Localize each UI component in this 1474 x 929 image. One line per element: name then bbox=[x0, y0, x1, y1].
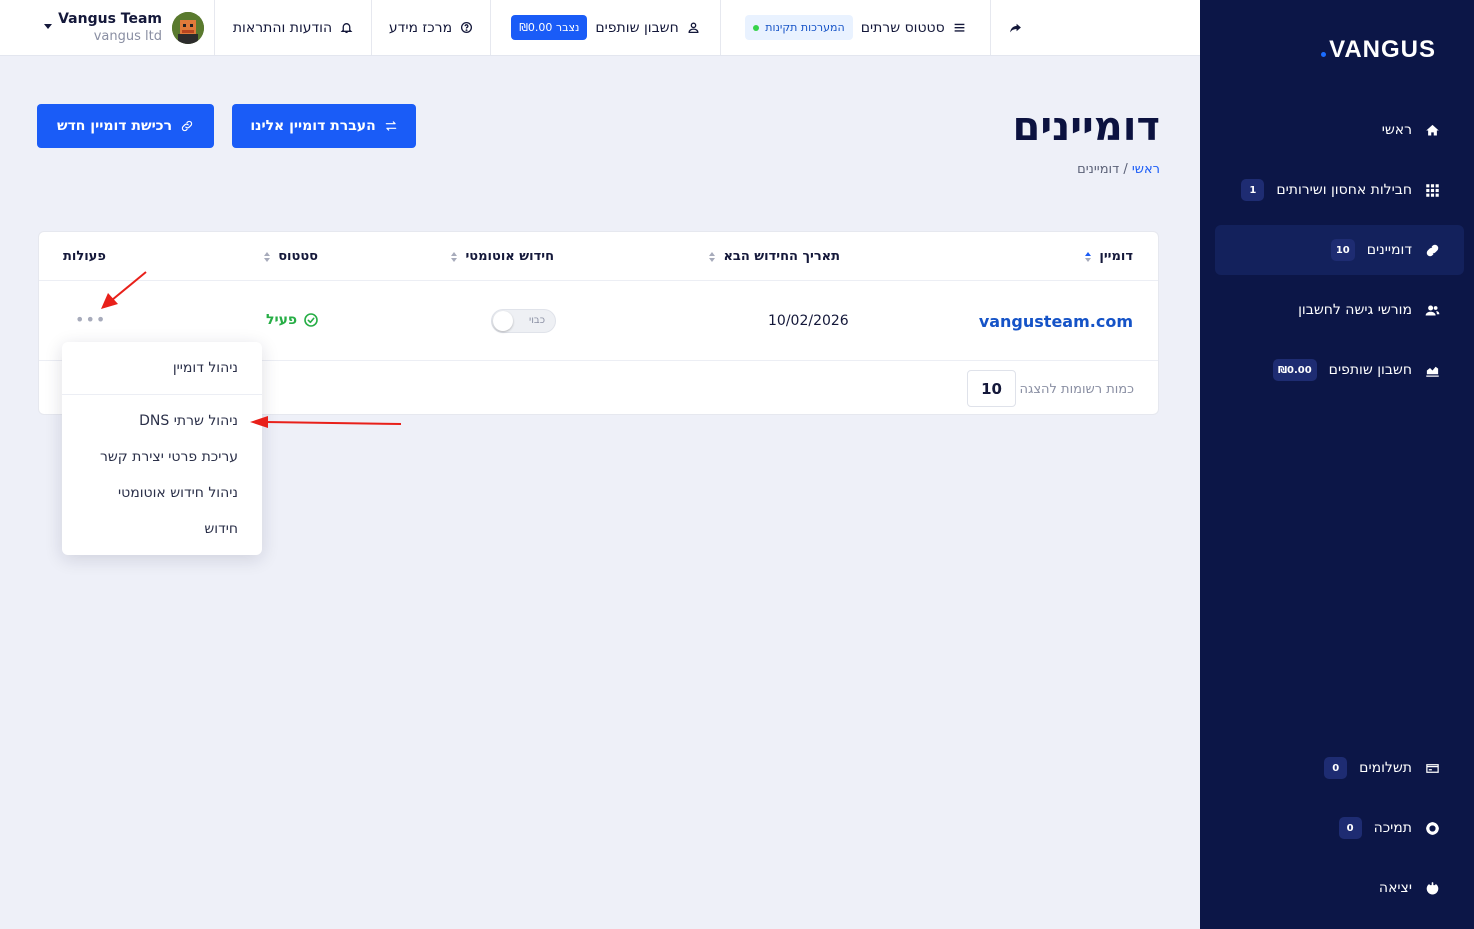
toggle-knob bbox=[493, 311, 513, 331]
count-badge: 0 bbox=[1324, 757, 1348, 779]
count-badge: 10 bbox=[1330, 239, 1355, 261]
notifications-segment[interactable]: הודעות והתראות bbox=[214, 0, 371, 55]
breadcrumb-current: דומיינים bbox=[1077, 162, 1120, 177]
sidebar-item-label: דומיינים bbox=[1366, 242, 1412, 258]
breadcrumb-separator: / bbox=[1123, 162, 1128, 177]
auto-renew-toggle[interactable]: כבוי bbox=[491, 309, 556, 333]
column-header-auto-renew[interactable]: חידוש אוטומטי bbox=[451, 249, 554, 264]
divider bbox=[62, 394, 262, 395]
user-name: Vangus Team bbox=[58, 11, 162, 27]
credit-card-icon bbox=[1424, 760, 1440, 776]
chevron-down-icon[interactable] bbox=[44, 24, 52, 29]
per-page-label: כמות רשומות להצגה bbox=[1019, 382, 1134, 397]
sidebar-item-account-users[interactable]: מורשי גישה לחשבון bbox=[1215, 285, 1464, 335]
link-icon bbox=[1424, 242, 1440, 258]
power-icon bbox=[1424, 880, 1440, 896]
share-arrow-icon bbox=[1010, 23, 1021, 33]
menu-item-manage-domain[interactable]: ניהול דומיין bbox=[173, 360, 238, 376]
sort-icon bbox=[451, 251, 458, 262]
per-page-select[interactable]: 10 bbox=[967, 370, 1016, 407]
lifebuoy-icon bbox=[1424, 820, 1440, 836]
sidebar: VANGUS ראשי חבילות אחסון ושירותים 1 דומי… bbox=[1200, 0, 1474, 929]
breadcrumb-home-link[interactable]: ראשי bbox=[1132, 162, 1160, 177]
sidebar-item-domains[interactable]: דומיינים 10 bbox=[1215, 225, 1464, 275]
menu-item-renew[interactable]: חידוש bbox=[204, 521, 238, 537]
sidebar-item-label: ראשי bbox=[1381, 122, 1412, 138]
renewal-date: 10/02/2026 bbox=[768, 313, 849, 329]
users-icon bbox=[1424, 302, 1440, 318]
column-header-renewal-date[interactable]: תאריך החידוש הבא bbox=[709, 249, 840, 264]
transfer-domain-button[interactable]: העברת דומיין אלינו bbox=[232, 104, 416, 148]
divider bbox=[39, 280, 1158, 281]
menu-item-manage-dns[interactable]: ניהול שרתי DNS bbox=[139, 413, 238, 429]
help-circle-icon bbox=[461, 21, 473, 34]
sidebar-item-label: חשבון שותפים bbox=[1328, 362, 1412, 378]
avatar bbox=[172, 12, 204, 44]
server-status-segment[interactable]: סטטוס שרתים המערכות תקינות bbox=[720, 0, 990, 55]
sidebar-item-label: תמיכה bbox=[1373, 820, 1412, 836]
sidebar-item-home[interactable]: ראשי bbox=[1215, 105, 1464, 155]
status-dot-icon bbox=[753, 24, 760, 31]
row-actions-menu: ניהול דומיין ניהול שרתי DNS עריכת פרטי י… bbox=[62, 342, 262, 555]
sidebar-item-affiliate[interactable]: חשבון שותפים ₪0.00 bbox=[1215, 345, 1464, 395]
swap-arrows-icon bbox=[385, 121, 396, 131]
column-header-status[interactable]: סטטוס bbox=[264, 249, 318, 264]
buy-domain-button[interactable]: רכישת דומיין חדש bbox=[37, 104, 214, 148]
count-badge: 0 bbox=[1338, 817, 1362, 839]
sidebar-item-label: חבילות אחסון ושירותים bbox=[1276, 182, 1412, 198]
affiliate-label: חשבון שותפים bbox=[595, 19, 679, 36]
server-status-label: סטטוס שרתים bbox=[860, 19, 945, 36]
home-icon bbox=[1424, 122, 1440, 138]
page-title: דומיינים bbox=[1012, 104, 1161, 150]
notifications-label: הודעות והתראות bbox=[232, 19, 333, 36]
toggle-label: כבוי bbox=[528, 315, 545, 326]
domain-link[interactable]: vangusteam.com bbox=[979, 312, 1133, 331]
sidebar-item-support[interactable]: תמיכה 0 bbox=[1215, 803, 1464, 853]
sidebar-item-hosting[interactable]: חבילות אחסון ושירותים 1 bbox=[1215, 165, 1464, 215]
bell-icon bbox=[340, 23, 353, 34]
chart-icon bbox=[1424, 362, 1440, 378]
knowledge-center-label: מרכז מידע bbox=[388, 19, 453, 36]
status-badge: פעיל bbox=[266, 312, 319, 328]
sidebar-item-payments[interactable]: תשלומים 0 bbox=[1215, 743, 1464, 793]
sidebar-item-label: יציאה bbox=[1378, 880, 1412, 896]
user-menu[interactable]: Vangus Team vangus ltd bbox=[44, 8, 204, 48]
link-icon bbox=[181, 120, 193, 132]
sidebar-item-label: תשלומים bbox=[1359, 760, 1412, 776]
user-icon bbox=[688, 22, 699, 34]
sort-icon bbox=[264, 251, 271, 262]
affiliate-balance-pill: נצבר ₪0.00 bbox=[511, 15, 588, 40]
vangus-logo[interactable]: VANGUS bbox=[1321, 36, 1436, 64]
sort-icon bbox=[1085, 251, 1092, 262]
sort-icon bbox=[709, 251, 716, 262]
column-header-actions: פעולות bbox=[63, 249, 106, 264]
sidebar-item-logout[interactable]: יציאה bbox=[1215, 863, 1464, 913]
affiliate-account-segment[interactable]: חשבון שותפים נצבר ₪0.00 bbox=[490, 0, 720, 55]
forward-button[interactable] bbox=[990, 0, 1040, 55]
server-status-pill: המערכות תקינות bbox=[745, 15, 853, 40]
sidebar-item-label: מורשי גישה לחשבון bbox=[1298, 302, 1412, 318]
menu-icon bbox=[954, 23, 965, 32]
row-actions-button[interactable]: ••• bbox=[75, 310, 106, 329]
check-circle-icon bbox=[304, 313, 318, 327]
user-org: vangus ltd bbox=[93, 29, 162, 44]
knowledge-center-segment[interactable]: מרכז מידע bbox=[371, 0, 490, 55]
menu-item-edit-contacts[interactable]: עריכת פרטי יצירת קשר bbox=[100, 449, 238, 465]
menu-item-auto-renew[interactable]: ניהול חידוש אוטומטי bbox=[118, 485, 238, 501]
balance-badge: ₪0.00 bbox=[1272, 359, 1317, 381]
breadcrumb: ראשי / דומיינים bbox=[1077, 162, 1160, 177]
count-badge: 1 bbox=[1241, 179, 1265, 201]
grid-icon bbox=[1424, 182, 1440, 198]
top-bar: סטטוס שרתים המערכות תקינות חשבון שותפים … bbox=[0, 0, 1200, 56]
column-header-domain[interactable]: דומיין bbox=[1085, 249, 1133, 264]
annotation-arrow-dns bbox=[250, 416, 402, 428]
